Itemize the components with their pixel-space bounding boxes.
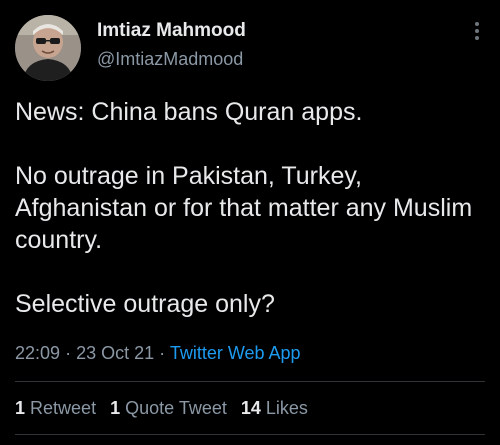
avatar[interactable] [15, 15, 81, 81]
tweet-date[interactable]: 23 Oct 21 [76, 343, 154, 363]
retweets-count: 1 [15, 398, 26, 418]
quote-tweets-label: Quote Tweet [125, 398, 227, 418]
tweet-text: News: China bans Quran apps. No outrage … [15, 96, 485, 320]
meta-separator: · [159, 343, 166, 363]
author-info: Imtiaz Mahmood @ImtiazMadmood [97, 19, 246, 70]
tweet-paragraph: News: China bans Quran apps. [15, 98, 363, 126]
retweets-label: Retweet [30, 398, 97, 418]
engagement-stats: 1 Retweet 1 Quote Tweet 14 Likes [15, 397, 322, 419]
profile-photo-icon [15, 15, 81, 81]
likes-stat[interactable]: 14 Likes [241, 398, 308, 418]
handle[interactable]: @ImtiazMadmood [97, 48, 246, 70]
tweet-time[interactable]: 22:09 [15, 343, 60, 363]
likes-count: 14 [240, 398, 261, 418]
tweet-paragraph: Selective outrage only? [15, 290, 275, 318]
divider [15, 381, 485, 382]
retweets-stat[interactable]: 1 Retweet [15, 398, 96, 418]
quote-tweets-stat[interactable]: 1 Quote Tweet [110, 398, 227, 418]
source-app-link[interactable]: Twitter Web App [170, 343, 301, 363]
meta-separator: · [65, 343, 72, 363]
tweet-paragraph: No outrage in Pakistan, Turkey, Afghanis… [15, 162, 473, 254]
more-options-icon[interactable] [474, 22, 480, 44]
tweet-card: Imtiaz Mahmood @ImtiazMadmood News: Chin… [0, 0, 500, 445]
tweet-meta: 22:09 · 23 Oct 21 · Twitter Web App [15, 342, 301, 364]
divider [15, 434, 485, 435]
likes-label: Likes [265, 398, 308, 418]
display-name[interactable]: Imtiaz Mahmood [97, 19, 246, 43]
quote-tweets-count: 1 [110, 398, 121, 418]
